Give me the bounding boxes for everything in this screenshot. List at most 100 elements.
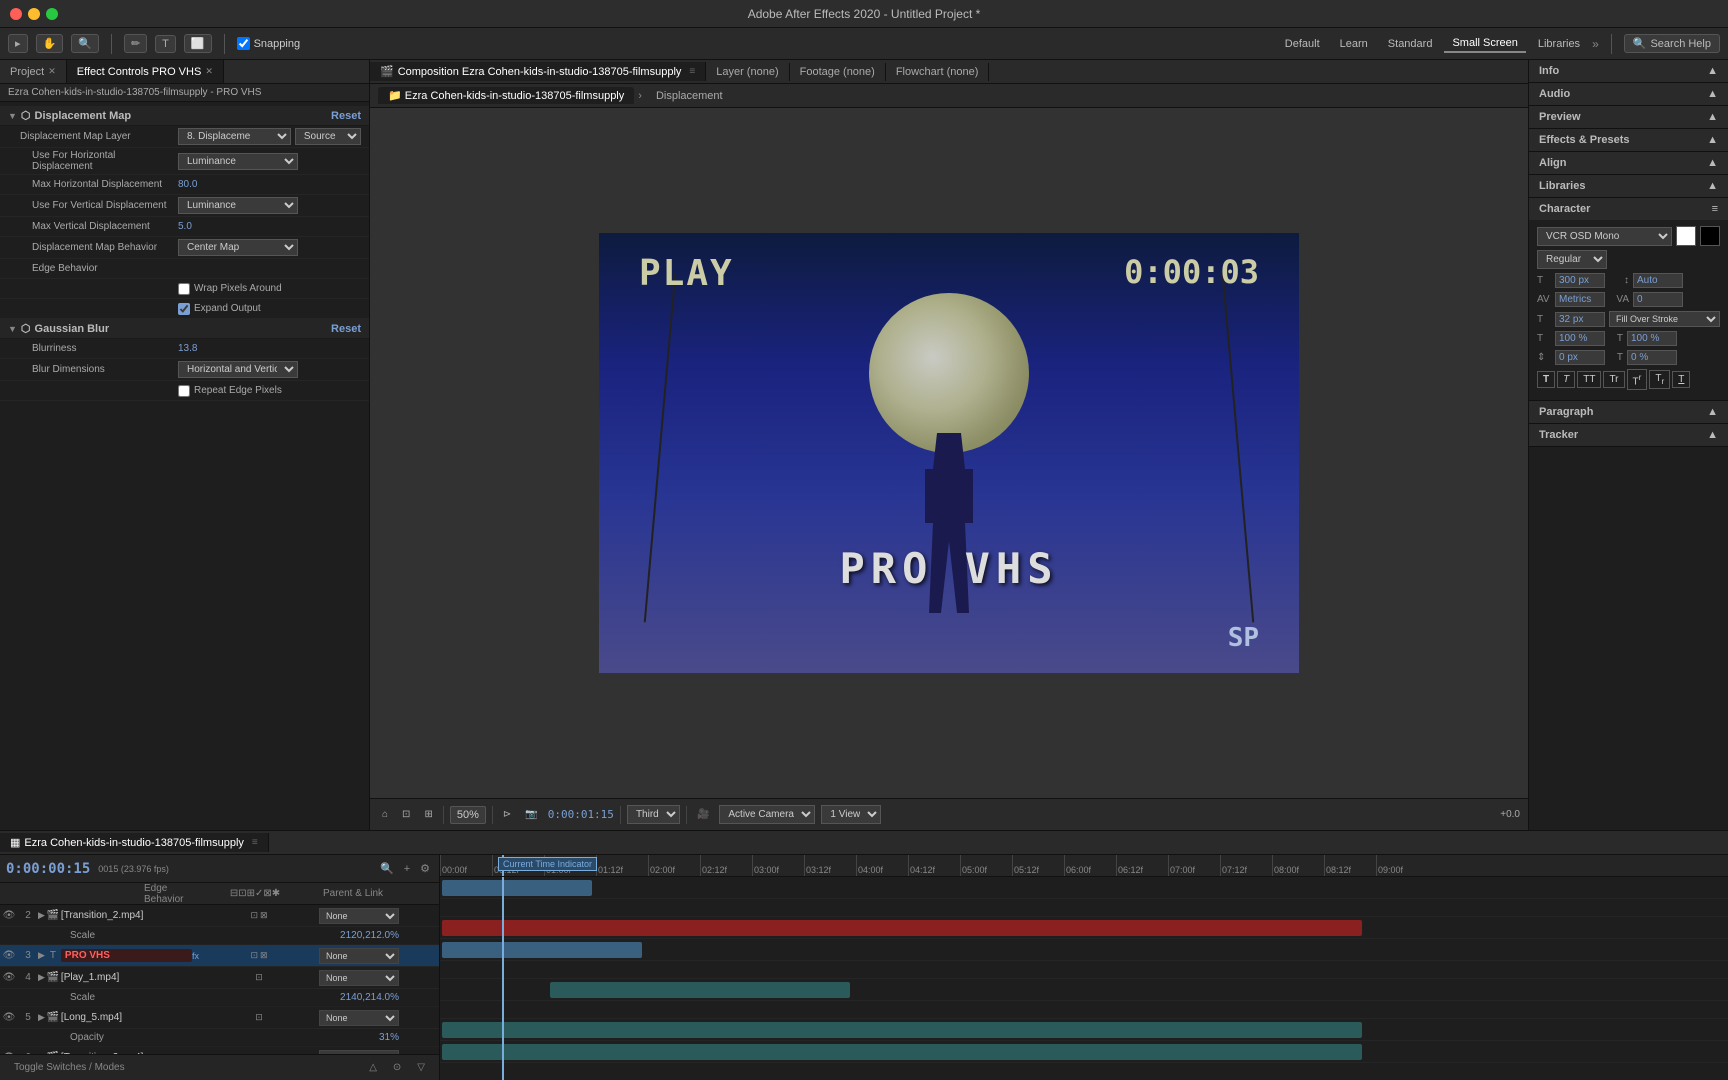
layer-4-vis[interactable]: 👁 bbox=[0, 972, 18, 983]
layer-4-parent-select[interactable]: None bbox=[319, 970, 399, 986]
layer-2-sub-value[interactable]: 2120,212.0% bbox=[340, 930, 399, 941]
audio-section-header[interactable]: Audio ▲ bbox=[1529, 83, 1728, 105]
char-tracking-input[interactable] bbox=[1555, 292, 1605, 307]
close-effect-controls-tab[interactable]: ✕ bbox=[205, 66, 213, 77]
comp-tab-main[interactable]: 🎬 Composition Ezra Cohen-kids-in-studio-… bbox=[370, 62, 706, 81]
char-bold-btn[interactable]: T bbox=[1537, 371, 1555, 388]
minimize-button[interactable] bbox=[28, 8, 40, 20]
tool-shape[interactable]: ⬜ bbox=[184, 34, 212, 53]
displacement-behavior-select[interactable]: Center Map bbox=[178, 239, 298, 256]
repeat-edge-checkbox[interactable] bbox=[178, 385, 190, 397]
viewer-zoom-value[interactable]: 50% bbox=[450, 806, 486, 824]
char-stroke-opacity-input[interactable] bbox=[1627, 331, 1677, 346]
tool-zoom[interactable]: 🔍 bbox=[71, 34, 99, 53]
char-tsf-input[interactable] bbox=[1627, 350, 1677, 365]
tl-bar-7[interactable] bbox=[442, 1044, 1362, 1060]
layer-5-vis[interactable]: 👁 bbox=[0, 1012, 18, 1023]
displacement-map-reset[interactable]: Reset bbox=[331, 110, 361, 122]
tab-effect-controls[interactable]: Effect Controls PRO VHS ✕ bbox=[67, 60, 224, 83]
align-section-header[interactable]: Align ▲ bbox=[1529, 152, 1728, 174]
char-fill-opacity-input[interactable] bbox=[1555, 331, 1605, 346]
workspace-default[interactable]: Default bbox=[1277, 36, 1328, 52]
layer-2-expand[interactable]: ▶ bbox=[38, 910, 45, 921]
viewer-timecode[interactable]: 0:00:01:15 bbox=[548, 808, 614, 821]
tool-pen[interactable]: ✏ bbox=[124, 34, 147, 53]
tl-zoom-out-btn[interactable]: △ bbox=[363, 1060, 383, 1075]
layer-3-parent-select[interactable]: None bbox=[319, 948, 399, 964]
h-displacement-select[interactable]: Luminance bbox=[178, 153, 298, 170]
effects-presets-header[interactable]: Effects & Presets ▲ bbox=[1529, 129, 1728, 151]
displacement-map-arrow[interactable]: ▼ bbox=[8, 111, 17, 121]
viewer-fit-btn[interactable]: ⊡ bbox=[398, 807, 414, 822]
max-v-displacement-value[interactable]: 5.0 bbox=[178, 221, 361, 232]
char-fill-color[interactable] bbox=[1676, 226, 1696, 246]
layer-5-expand[interactable]: ▶ bbox=[38, 1012, 45, 1023]
char-super-btn[interactable]: Tr bbox=[1627, 369, 1648, 390]
close-project-tab[interactable]: ✕ bbox=[48, 66, 56, 77]
workspace-libraries[interactable]: Libraries bbox=[1530, 36, 1588, 52]
search-help-button[interactable]: 🔍 Search Help bbox=[1624, 34, 1720, 53]
layer-5-name[interactable]: [Long_5.mp4] bbox=[61, 1012, 199, 1023]
viewer-camera-btn[interactable]: 📷 bbox=[521, 807, 541, 822]
displacement-map-layer-select[interactable]: 8. Displaceme bbox=[178, 128, 291, 145]
layer-2-parent-select[interactable]: None bbox=[319, 908, 399, 924]
layer-5-sub-value[interactable]: 31% bbox=[379, 1032, 399, 1043]
layer-3-name[interactable]: PRO VHS bbox=[61, 949, 192, 962]
comp-tab-close[interactable]: ≡ bbox=[689, 66, 695, 77]
preview-section-header[interactable]: Preview ▲ bbox=[1529, 106, 1728, 128]
blurriness-value[interactable]: 13.8 bbox=[178, 343, 361, 354]
char-sub-btn[interactable]: Tr bbox=[1649, 370, 1670, 389]
char-leading-input[interactable] bbox=[1633, 273, 1683, 288]
char-font-size-input[interactable] bbox=[1555, 273, 1605, 288]
max-h-displacement-value[interactable]: 80.0 bbox=[178, 179, 361, 190]
flowchart-tab[interactable]: Flowchart (none) bbox=[886, 63, 990, 81]
char-style-select[interactable]: Regular bbox=[1537, 250, 1607, 269]
gaussian-blur-reset[interactable]: Reset bbox=[331, 323, 361, 335]
tl-search-btn[interactable]: 🔍 bbox=[377, 860, 397, 877]
tl-ruler[interactable]: 00:00f 00:12f 01:00f 01:12f 02:00f 02:12… bbox=[440, 855, 1728, 877]
expand-output-checkbox[interactable] bbox=[178, 303, 190, 315]
footage-tab[interactable]: Footage (none) bbox=[790, 63, 886, 81]
tab-project[interactable]: Project ✕ bbox=[0, 60, 67, 83]
gaussian-blur-arrow[interactable]: ▼ bbox=[8, 324, 17, 334]
viewer-safe-zones-btn[interactable]: ⊞ bbox=[420, 807, 436, 822]
char-italic-btn[interactable]: T bbox=[1557, 371, 1575, 388]
snapping-control[interactable]: Snapping bbox=[237, 37, 301, 50]
layer-4-name[interactable]: [Play_1.mp4] bbox=[61, 972, 199, 983]
workspace-standard[interactable]: Standard bbox=[1380, 36, 1441, 52]
viewer-tab-displacement[interactable]: Displacement bbox=[646, 88, 733, 104]
char-kerning-input[interactable] bbox=[1633, 292, 1683, 307]
tl-add-layer-btn[interactable]: + bbox=[401, 861, 413, 877]
tool-text[interactable]: T bbox=[155, 35, 176, 53]
char-caps-btn[interactable]: TT bbox=[1577, 371, 1601, 388]
layer-2-vis[interactable]: 👁 bbox=[0, 910, 18, 921]
layer-3-vis[interactable]: 👁 bbox=[0, 950, 18, 961]
viewer-preview-btn[interactable]: ⊳ bbox=[499, 807, 515, 822]
tl-bar-3[interactable] bbox=[442, 920, 1362, 936]
tool-hand[interactable]: ✋ bbox=[36, 34, 64, 53]
workspace-more[interactable]: » bbox=[1592, 37, 1599, 51]
displacement-source-select[interactable]: Source bbox=[295, 128, 361, 145]
viewer-third-select[interactable]: Third Half Full bbox=[627, 805, 680, 824]
tl-bar-4[interactable] bbox=[442, 942, 642, 958]
character-menu-icon[interactable]: ≡ bbox=[1712, 203, 1718, 215]
tl-bar-2[interactable] bbox=[442, 880, 592, 896]
character-section-header[interactable]: Character ≡ bbox=[1529, 198, 1728, 220]
tl-zoom-slider[interactable]: ⊙ bbox=[387, 1060, 407, 1075]
maximize-button[interactable] bbox=[46, 8, 58, 20]
toggle-switches-btn[interactable]: Toggle Switches / Modes bbox=[8, 1060, 131, 1075]
char-underline-btn[interactable]: T bbox=[1672, 371, 1690, 388]
viewer-view-count-select[interactable]: 1 View bbox=[821, 805, 881, 824]
layer-4-expand[interactable]: ▶ bbox=[38, 972, 45, 983]
tl-zoom-in-btn[interactable]: ▽ bbox=[411, 1060, 431, 1075]
layer-3-expand[interactable]: ▶ bbox=[38, 950, 45, 961]
tool-select[interactable]: ▸ bbox=[8, 34, 28, 53]
libraries-section-header[interactable]: Libraries ▲ bbox=[1529, 175, 1728, 197]
close-button[interactable] bbox=[10, 8, 22, 20]
snapping-checkbox[interactable] bbox=[237, 37, 250, 50]
char-stroke-size-input[interactable] bbox=[1555, 312, 1605, 327]
tl-settings-btn[interactable]: ⚙ bbox=[417, 860, 433, 877]
paragraph-section-header[interactable]: Paragraph ▲ bbox=[1529, 401, 1728, 423]
layer-4-sub-value[interactable]: 2140,214.0% bbox=[340, 992, 399, 1003]
char-stroke-color[interactable] bbox=[1700, 226, 1720, 246]
